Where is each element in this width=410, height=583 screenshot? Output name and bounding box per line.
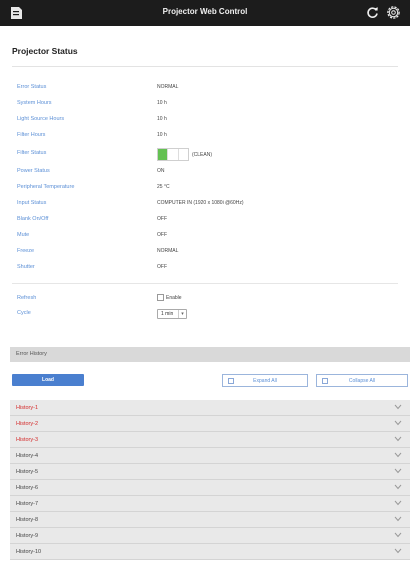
expand-all-button[interactable]: Expand All [222, 374, 308, 387]
history-item[interactable]: History-10 [10, 544, 410, 560]
status-value: 10 h [157, 116, 167, 122]
chevron-down-icon [394, 468, 402, 474]
history-item-label: History-6 [16, 485, 39, 491]
gear-icon[interactable] [386, 5, 401, 20]
load-button[interactable]: Load [12, 374, 84, 386]
top-bar: Projector Web Control [0, 0, 410, 26]
chevron-down-icon [394, 452, 402, 458]
expand-all-label: Expand All [253, 378, 277, 384]
history-item-label: History-9 [16, 533, 39, 539]
status-row-blank: Blank On/Off OFF [0, 214, 410, 228]
history-item-label: History-3 [16, 437, 39, 443]
status-value: ON [157, 168, 165, 174]
status-row-filter-hours: Filter Hours 10 h [0, 130, 410, 144]
collapse-all-label: Collapse All [348, 378, 376, 384]
status-label: Input Status [17, 200, 47, 206]
history-item[interactable]: History-3 [10, 432, 410, 448]
refresh-enable-label[interactable]: Enable [166, 295, 182, 301]
status-value: 25 °C [157, 184, 170, 190]
chevron-down-icon [394, 548, 402, 554]
status-row-shutter: Shutter OFF [0, 262, 410, 276]
status-label: Mute [17, 232, 30, 238]
error-history-title: Error History [16, 351, 47, 357]
status-label: Peripheral Temperature [17, 184, 75, 190]
status-value: OFF [157, 264, 167, 270]
cycle-label: Cycle [17, 310, 31, 316]
status-label: System Hours [17, 100, 52, 106]
status-value: 10 h [157, 100, 167, 106]
chevron-down-icon [394, 484, 402, 490]
history-item-label: History-7 [16, 501, 39, 507]
chevron-down-icon [394, 404, 402, 410]
history-item[interactable]: History-6 [10, 480, 410, 496]
app-title: Projector Web Control [162, 7, 248, 16]
history-item[interactable]: History-8 [10, 512, 410, 528]
status-value: OFF [157, 232, 167, 238]
status-value: NORMAL [157, 84, 179, 90]
status-row-light-source-hours: Light Source Hours 10 h [0, 114, 410, 128]
history-item[interactable]: History-1 [10, 400, 410, 416]
filter-level-bar [157, 148, 189, 161]
status-value: COMPUTER IN (1920 x 1080i @60Hz) [157, 200, 244, 206]
history-item-label: History-1 [16, 405, 39, 411]
status-label: Error Status [17, 84, 47, 90]
history-item[interactable]: History-4 [10, 448, 410, 464]
chevron-down-icon [394, 500, 402, 506]
status-label: Blank On/Off [17, 216, 49, 222]
refresh-label: Refresh [17, 295, 37, 301]
chevron-down-icon [394, 420, 402, 426]
chevron-down-icon [394, 436, 402, 442]
cycle-row: Cycle [0, 308, 410, 322]
status-row-freeze: Freeze NORMAL [0, 246, 410, 260]
refresh-icon[interactable] [366, 6, 379, 19]
load-button-label: Load [42, 377, 54, 383]
history-item[interactable]: History-2 [10, 416, 410, 432]
history-item[interactable]: History-5 [10, 464, 410, 480]
filter-segment-empty [179, 149, 188, 160]
status-label: Power Status [17, 168, 50, 174]
refresh-row: Refresh [0, 293, 410, 307]
chevron-down-icon: ▾ [178, 310, 186, 318]
error-history-header: Error History [10, 347, 410, 362]
status-label: Filter Hours [17, 132, 46, 138]
filter-status-value: (CLEAN) [192, 152, 213, 158]
chevron-down-icon [394, 532, 402, 538]
cycle-select-value: 1 min [161, 311, 174, 317]
status-row-mute: Mute OFF [0, 230, 410, 244]
status-value: OFF [157, 216, 167, 222]
status-label: Shutter [17, 264, 35, 270]
history-item-label: History-8 [16, 517, 39, 523]
history-item-label: History-5 [16, 469, 39, 475]
status-row-system-hours: System Hours 10 h [0, 98, 410, 112]
collapse-all-button[interactable]: Collapse All [316, 374, 408, 387]
status-label: Filter Status [17, 150, 47, 156]
filter-segment-filled [158, 149, 169, 160]
history-item-label: History-2 [16, 421, 39, 427]
status-row-power: Power Status ON [0, 166, 410, 180]
history-item-label: History-4 [16, 453, 39, 459]
status-label: Light Source Hours [17, 116, 65, 122]
refresh-enable-checkbox[interactable] [157, 294, 164, 301]
status-row-temperature: Peripheral Temperature 25 °C [0, 182, 410, 196]
status-row-input: Input Status COMPUTER IN (1920 x 1080i @… [0, 198, 410, 212]
divider [12, 283, 398, 284]
filter-segment-empty [168, 149, 179, 160]
status-value: 10 h [157, 132, 167, 138]
status-label: Freeze [17, 248, 35, 254]
status-row-error: Error Status NORMAL [0, 82, 410, 96]
divider [12, 66, 398, 67]
history-item[interactable]: History-9 [10, 528, 410, 544]
chevron-down-icon [394, 516, 402, 522]
history-item[interactable]: History-7 [10, 496, 410, 512]
history-item-label: History-10 [16, 549, 42, 555]
status-value: NORMAL [157, 248, 179, 254]
page-title: Projector Status [12, 46, 78, 56]
cycle-select[interactable]: 1 min ▾ [157, 309, 187, 319]
